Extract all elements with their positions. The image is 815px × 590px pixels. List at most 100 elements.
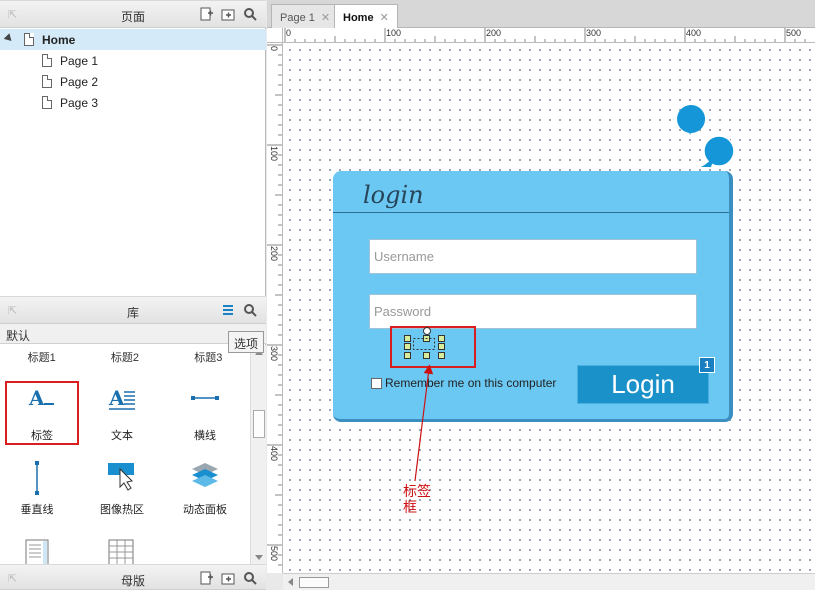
search-icon[interactable] — [242, 570, 258, 586]
resize-handle[interactable] — [423, 352, 430, 359]
ruler-label: 500 — [786, 28, 802, 38]
dynamic-panel-icon — [190, 461, 220, 494]
tab-page-1[interactable]: Page 1 ✕ — [271, 4, 340, 28]
design-canvas[interactable]: login Username Password Remember me on t… — [283, 43, 815, 573]
add-folder-icon[interactable] — [220, 6, 236, 22]
vertical-line-icon — [32, 461, 42, 498]
ruler-label: 300 — [586, 28, 602, 38]
label-widget-highlight — [5, 381, 79, 445]
close-icon[interactable]: ✕ — [321, 12, 330, 24]
resize-handle[interactable] — [438, 352, 445, 359]
widget-table[interactable] — [85, 533, 159, 565]
annotation-text: 标签框 — [403, 483, 431, 515]
library-panel-header: ⇱ 库 — [0, 296, 266, 324]
left-sidebar: ⇱ 页面 Home Page 1 Page 2 Page 3 ⇱ 库 默认 标题… — [0, 0, 266, 590]
resize-handle[interactable] — [438, 343, 445, 350]
login-title: login — [363, 181, 424, 209]
pages-tree: Home Page 1 Page 2 Page 3 — [0, 28, 266, 296]
widget-label-text: 垂直线 — [20, 504, 54, 516]
widget-vertical-line[interactable]: 垂直线 — [0, 455, 74, 519]
ruler-label: 200 — [486, 28, 502, 38]
widget-heading-3[interactable]: 标题3 — [194, 349, 222, 365]
library-scrollbar[interactable] — [250, 345, 266, 565]
widget-dynamic-panel[interactable]: 动态面板 — [168, 455, 242, 519]
tab-label: Page 1 — [280, 12, 315, 24]
ruler-label: 200 — [269, 246, 279, 262]
page-icon — [42, 75, 52, 88]
heading-widgets-row: 标题1 标题2 标题3 — [0, 349, 250, 365]
tree-item-home[interactable]: Home — [0, 29, 266, 50]
add-folder-icon[interactable] — [220, 570, 236, 586]
library-dropdown-value: 默认 — [6, 329, 31, 343]
widget-image-hotspot[interactable]: 图像热区 — [85, 455, 159, 519]
widget-horizontal-line[interactable]: 横线 — [168, 381, 242, 445]
scroll-down-icon[interactable] — [255, 555, 263, 560]
ruler-label: 400 — [269, 446, 279, 462]
resize-handle[interactable] — [404, 343, 411, 350]
widget-inline-frame[interactable] — [0, 533, 74, 565]
canvas-horizontal-scrollbar[interactable] — [283, 573, 815, 590]
masters-panel-header: ⇱ 母版 — [0, 564, 266, 590]
close-icon[interactable]: ✕ — [380, 12, 389, 24]
ruler-label: 300 — [269, 346, 279, 362]
table-widget-icon — [107, 539, 137, 565]
axure-editor-window: ⇱ 页面 Home Page 1 Page 2 Page 3 ⇱ 库 默认 标题… — [0, 0, 815, 590]
tree-item-label: Page 2 — [60, 74, 99, 89]
title-divider — [333, 212, 729, 213]
tab-home[interactable]: Home ✕ — [334, 4, 398, 29]
image-hotspot-icon — [107, 461, 137, 494]
tree-item-page-2[interactable]: Page 2 — [0, 71, 266, 92]
location-pin-icon — [677, 105, 706, 135]
tab-label: Home — [343, 12, 374, 24]
ruler-label: 500 — [269, 546, 279, 562]
widget-text[interactable]: A 文本 — [85, 381, 159, 445]
ruler-corner — [267, 28, 283, 43]
options-tooltip: 选项 — [228, 331, 265, 353]
tree-item-page-1[interactable]: Page 1 — [0, 50, 266, 71]
scroll-left-icon[interactable] — [288, 578, 293, 586]
remember-me-option[interactable]: Remember me on this computer — [371, 376, 556, 390]
vertical-ruler: 0 100 200 300 400 500 — [267, 28, 283, 573]
resize-handle[interactable] — [404, 335, 411, 342]
menu-icon[interactable] — [220, 302, 236, 318]
pages-panel-header: ⇱ 页面 — [0, 0, 266, 28]
scrollbar-thumb[interactable] — [253, 410, 265, 438]
library-dropdown[interactable]: 默认 — [0, 324, 266, 344]
username-field[interactable]: Username — [369, 239, 697, 274]
page-icon — [24, 33, 34, 46]
tree-item-page-3[interactable]: Page 3 — [0, 92, 266, 113]
remember-checkbox[interactable] — [371, 377, 382, 389]
ruler-label: 100 — [386, 28, 402, 38]
text-widget-icon: A — [107, 386, 137, 416]
page-tab-bar: Page 1 ✕ Home ✕ — [267, 0, 815, 29]
tree-item-label: Home — [42, 32, 76, 47]
search-icon[interactable] — [242, 6, 258, 22]
widget-label-text: 图像热区 — [100, 504, 144, 516]
password-field[interactable]: Password — [369, 294, 697, 329]
widget-heading-1[interactable]: 标题1 — [28, 349, 56, 365]
horizontal-line-icon — [190, 387, 220, 412]
inline-frame-icon — [22, 539, 52, 565]
widget-heading-2[interactable]: 标题2 — [111, 349, 139, 365]
ruler-label: 100 — [269, 146, 279, 162]
widget-label-text: 横线 — [194, 430, 216, 442]
widget-label-text: 文本 — [111, 430, 133, 442]
resize-handle[interactable] — [404, 352, 411, 359]
scrollbar-thumb[interactable] — [299, 577, 329, 588]
widget-library-grid: 标题1 标题2 标题3 A 标签 A 文本 横线 垂直线 图像热区 动态面板 — [0, 345, 250, 565]
expand-arrow-icon[interactable] — [3, 33, 15, 44]
svg-text:A: A — [108, 387, 125, 410]
location-pin-icon — [701, 135, 735, 167]
add-master-icon[interactable] — [198, 570, 214, 586]
tree-item-label: Page 3 — [60, 95, 99, 110]
login-button[interactable]: Login — [577, 365, 709, 404]
login-form-card[interactable]: login Username Password Remember me on t… — [333, 171, 733, 422]
add-page-icon[interactable] — [198, 6, 214, 22]
widget-label-text: 动态面板 — [183, 504, 227, 516]
resize-handle[interactable] — [438, 335, 445, 342]
selection-outline — [413, 338, 435, 350]
search-icon[interactable] — [242, 302, 258, 318]
rotate-handle-icon[interactable] — [422, 326, 432, 336]
page-icon — [42, 96, 52, 109]
tree-item-label: Page 1 — [60, 53, 99, 68]
